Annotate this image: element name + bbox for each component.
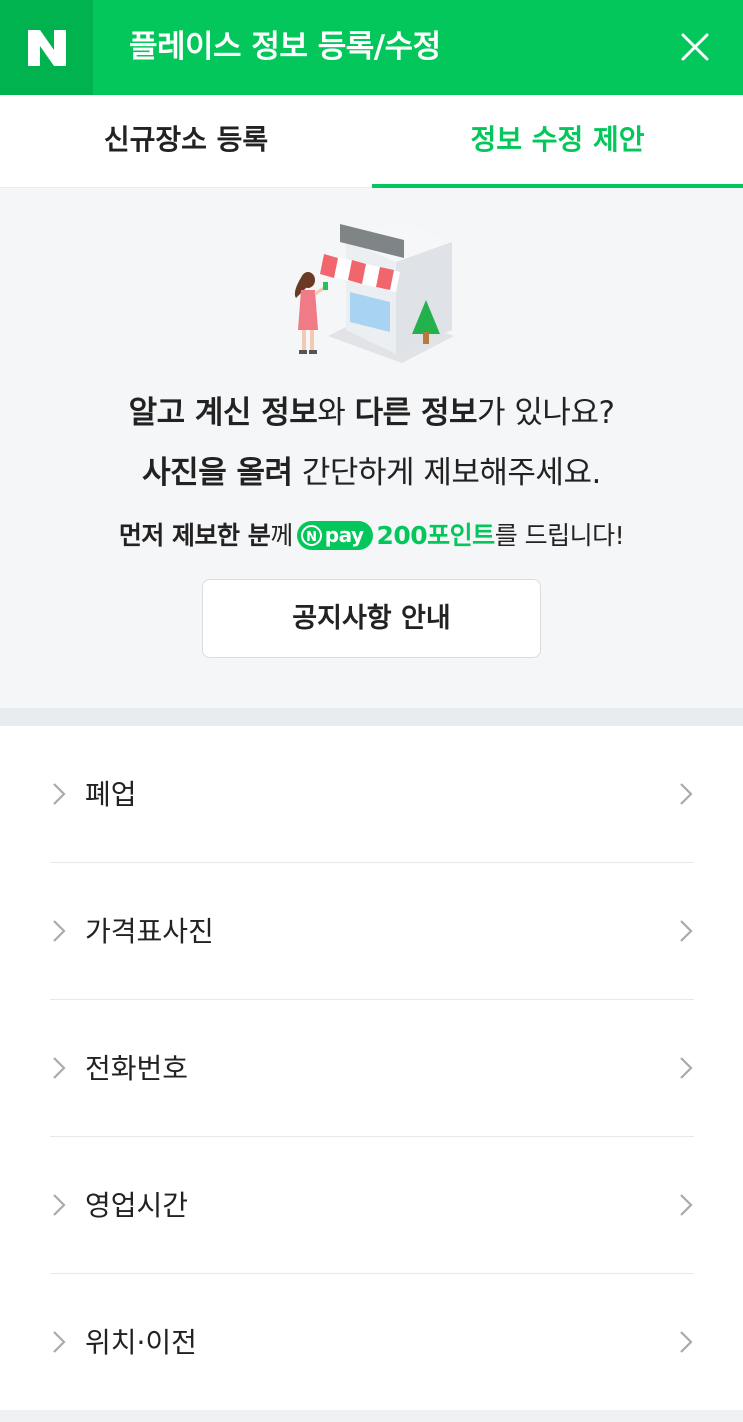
chevron-right-icon	[53, 1057, 66, 1079]
chevron-right-icon	[680, 783, 693, 805]
chevron-right-icon	[680, 920, 693, 942]
list-item-price-photo[interactable]: 가격표사진	[0, 863, 743, 1000]
list-item-label: 폐업	[85, 778, 137, 811]
app-header: 플레이스 정보 등록/수정	[0, 0, 743, 95]
info-banner: 알고 계신 정보와 다른 정보가 있나요? 사진을 올려 간단하게 제보해주세요…	[0, 188, 743, 708]
reward-text: 먼저 제보한 분께 Npay 200포인트를 드립니다!	[118, 520, 625, 550]
list-item-hours[interactable]: 영업시간	[0, 1137, 743, 1274]
list-item-label: 전화번호	[85, 1052, 189, 1085]
list-item-label: 위치·이전	[85, 1326, 197, 1359]
chevron-right-icon	[53, 920, 66, 942]
tab-bar: 신규장소 등록 정보 수정 제안	[0, 95, 743, 188]
npay-badge: Npay	[296, 520, 373, 550]
banner-headline-1: 알고 계신 정보와 다른 정보가 있나요?	[128, 395, 615, 431]
close-button[interactable]	[670, 22, 720, 72]
list-item-closure[interactable]: 폐업	[0, 726, 743, 863]
chevron-right-icon	[680, 1194, 693, 1216]
section-divider	[0, 708, 743, 726]
store-illustration	[294, 220, 454, 363]
npay-n-icon: N	[300, 524, 322, 546]
list-item-phone[interactable]: 전화번호	[0, 1000, 743, 1137]
chevron-right-icon	[680, 1331, 693, 1353]
notice-button[interactable]: 공지사항 안내	[202, 579, 541, 658]
page-title: 플레이스 정보 등록/수정	[129, 29, 441, 65]
chevron-right-icon	[680, 1057, 693, 1079]
naver-n-icon	[27, 29, 66, 66]
tab-new-place[interactable]: 신규장소 등록	[0, 95, 372, 188]
bottom-edge	[0, 1410, 743, 1422]
banner-headline-2: 사진을 올려 간단하게 제보해주세요.	[142, 455, 601, 491]
list-item-label: 가격표사진	[85, 915, 214, 948]
tab-edit-suggestion[interactable]: 정보 수정 제안	[372, 95, 743, 188]
naver-logo[interactable]	[0, 0, 93, 95]
chevron-right-icon	[53, 1331, 66, 1353]
close-icon	[681, 33, 709, 61]
chevron-right-icon	[53, 1194, 66, 1216]
list-item-label: 영업시간	[85, 1189, 189, 1222]
list-item-location[interactable]: 위치·이전	[0, 1274, 743, 1411]
chevron-right-icon	[53, 783, 66, 805]
